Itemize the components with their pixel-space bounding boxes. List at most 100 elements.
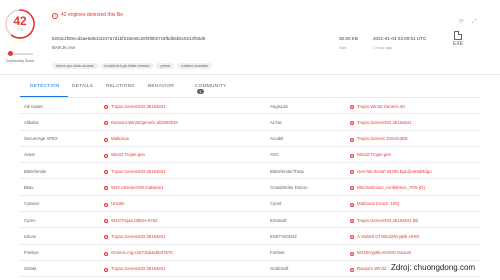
detection-result: ! Trojan.GenericKD.36164841 bbox=[104, 104, 166, 109]
tab-details[interactable]: DETAILS bbox=[72, 84, 93, 89]
engine-name: SecureAge APEX bbox=[24, 136, 58, 142]
detection-result-text: Malicious bbox=[111, 136, 129, 142]
file-size: 30.50 KB Size bbox=[339, 36, 358, 50]
tab-community[interactable]: COMMUNITY1 bbox=[195, 84, 226, 95]
detection-result: ! W32.AIDetectVM.malware1 bbox=[104, 185, 164, 191]
detection-result: ! Win32:Trojan-gen bbox=[350, 152, 391, 158]
tab-detection[interactable]: DETECTION bbox=[30, 84, 60, 89]
file-date: 2021-01-04 03:00:51 UTC 1 hour ago bbox=[373, 36, 426, 50]
detection-result-text: Trojan.GenericKD.36164841 bbox=[111, 233, 166, 239]
engine-name: Gridinsoft bbox=[270, 266, 289, 272]
table-row: SecureAge APEX ! Malicious Arcabit ! Troja… bbox=[20, 131, 480, 147]
tab-behavior[interactable]: BEHAVIOR bbox=[148, 84, 174, 89]
alert-icon: ! bbox=[104, 153, 108, 158]
alert-icon: ! bbox=[350, 170, 354, 175]
alert-icon: ! bbox=[104, 186, 108, 191]
detection-result: ! Win/malicious_confidence_70% (D) bbox=[350, 185, 425, 191]
detection-result-text: Ransom:Win32/generic.ali2000010 bbox=[111, 119, 178, 125]
detection-result-text: Trojan.Win32.Generic.4!c bbox=[357, 103, 406, 109]
alert-icon: ! bbox=[104, 235, 108, 240]
table-row: BitDefender ! Trojan.GenericKD.36164841 B… bbox=[20, 163, 480, 180]
alert-icon: ! bbox=[104, 267, 108, 272]
community-score-label: Community Score bbox=[5, 59, 35, 63]
file-date-label: 1 hour ago bbox=[373, 45, 393, 50]
alert-icon: ! bbox=[350, 251, 354, 256]
alert-icon: ! bbox=[350, 186, 354, 191]
header-divider bbox=[0, 74, 500, 75]
alert-icon: ! bbox=[350, 121, 354, 126]
file-size-value: 30.50 KB bbox=[339, 36, 358, 41]
detection-result: ! Generic.mg.e1571bb4e5b37b70 bbox=[104, 250, 173, 256]
alert-icon: ! bbox=[350, 137, 354, 142]
detection-result: ! W32/Trojan.DBDH-6762 bbox=[104, 218, 157, 224]
detection-result: ! Trojan.GenericKD.36164841 bbox=[350, 120, 412, 126]
score-detected: 42 bbox=[13, 14, 27, 28]
file-hash[interactable]: 8203c2f00ecd3ae9d5cb3247a7d1bfb33e65c28f… bbox=[52, 36, 205, 41]
detection-result-text: Malicious (score: 100) bbox=[357, 201, 400, 207]
detection-result-text: Generic.mg.e1571bb4e5b37b70 bbox=[111, 250, 173, 256]
detection-alert: ! 42 engines detected this file bbox=[52, 12, 123, 19]
detection-result-text: Trojan.Generic.D224A3D8 bbox=[357, 136, 408, 142]
community-count-badge: 1 bbox=[197, 89, 205, 94]
engine-name: ALYac bbox=[270, 119, 283, 125]
detection-result: ! Gen:NN.ZexaF.34700.bq1@aK6dRdgo bbox=[350, 169, 432, 175]
alert-icon: ! bbox=[104, 170, 108, 175]
file-date-value: 2021-01-04 03:00:51 UTC bbox=[373, 36, 427, 41]
table-row: Cylance ! Unsafe Cynet ! Malicious (score:… bbox=[20, 196, 480, 213]
detection-alert-text: 42 engines detected this file bbox=[61, 12, 123, 18]
engine-name: GData bbox=[24, 266, 37, 272]
engine-name: FireEye bbox=[24, 250, 39, 256]
detection-result: ! A Variant Of Win32/Kryptik.HHIG bbox=[350, 234, 419, 240]
detection-result: ! Ransom:Win32/generic.ali2000010 bbox=[104, 120, 178, 126]
detection-result-text: W32/Trojan.DBDH-6762 bbox=[111, 217, 158, 223]
detection-result-text: W32/Kryptik.HHIG!tr.ransom bbox=[357, 250, 412, 256]
file-tag[interactable]: direct-cpu-clock-access bbox=[52, 63, 98, 69]
tab-relations[interactable]: RELATIONS bbox=[106, 84, 135, 89]
file-tag[interactable]: runtime-modules bbox=[177, 63, 213, 69]
alert-icon: ! bbox=[104, 251, 108, 256]
reanalyze-icon[interactable]: ⟳ bbox=[459, 18, 464, 25]
file-name: BAIKJK.exe bbox=[52, 45, 76, 50]
table-row: eScan ! Trojan.GenericKD.36164841 ESET-NO… bbox=[20, 228, 480, 245]
alert-icon: ! bbox=[104, 219, 108, 224]
exclamation-circle-icon: ! bbox=[52, 13, 58, 19]
file-size-label: Size bbox=[339, 45, 347, 50]
table-row: Bkav ! W32.AIDetectVM.malware1 CrowdStrik… bbox=[20, 179, 480, 196]
detection-result: ! Win32:Trojan-gen bbox=[104, 152, 145, 158]
engine-name: CrowdStrike Falcon bbox=[270, 184, 308, 190]
detection-table: Ad-Aware ! Trojan.GenericKD.36164841 Aegi… bbox=[20, 98, 480, 278]
alert-icon: ! bbox=[350, 235, 354, 240]
alert-icon: ! bbox=[350, 202, 354, 207]
detection-result: ! Trojan.GenericKD.36164841 bbox=[104, 169, 166, 175]
table-row: Ad-Aware ! Trojan.GenericKD.36164841 Aegi… bbox=[20, 98, 480, 115]
detection-result-text: Unsafe bbox=[111, 201, 125, 207]
engine-name: Fortinet bbox=[270, 250, 285, 256]
detection-result-text: Win/malicious_confidence_70% (D) bbox=[357, 184, 425, 190]
top-actions: ⟳ ⤢ bbox=[459, 10, 485, 28]
detection-result: ! Trojan.Win32.Generic.4!c bbox=[350, 103, 406, 109]
alert-icon: ! bbox=[104, 202, 108, 207]
engine-name: ESET-NOD32 bbox=[270, 233, 297, 239]
alert-icon: ! bbox=[104, 105, 108, 109]
detection-result: ! Trojan.GenericKD.36164841 bbox=[104, 266, 166, 272]
detection-score: 42 / 70 bbox=[4, 8, 36, 40]
expand-icon[interactable]: ⤢ bbox=[472, 19, 477, 26]
engine-name: BitDefender bbox=[24, 168, 47, 174]
detection-result: ! Unsafe bbox=[104, 201, 125, 207]
engine-name: AegisLab bbox=[270, 103, 288, 109]
detection-result: ! Trojan.GenericKD.36164841 bbox=[104, 234, 166, 240]
detection-result: ! Trojan.GenericKD.36164841 (B) bbox=[350, 218, 418, 224]
detection-result-text: A Variant Of Win32/Kryptik.HHIG bbox=[357, 233, 420, 239]
detection-result-text: Gen:NN.ZexaF.34700.bq1@aK6dRdgo bbox=[357, 168, 432, 174]
file-tags: direct-cpu-clock-access invalid-rich-pe-l… bbox=[52, 54, 215, 72]
engine-name: Alibaba bbox=[24, 119, 39, 125]
alert-icon: ! bbox=[350, 153, 354, 158]
file-icon bbox=[454, 31, 462, 40]
table-row: Alibaba ! Ransom:Win32/generic.ali2000010… bbox=[20, 114, 480, 131]
detection-result-text: W32.AIDetectVM.malware1 bbox=[111, 184, 164, 190]
table-row: Avast ! Win32:Trojan-gen AVG ! Win32:Troja… bbox=[20, 147, 480, 164]
file-tag[interactable]: peexe bbox=[156, 63, 175, 69]
file-tag[interactable]: invalid-rich-pe-linker-version bbox=[100, 63, 154, 69]
alert-icon: ! bbox=[350, 105, 354, 109]
engine-name: Avast bbox=[24, 152, 35, 158]
